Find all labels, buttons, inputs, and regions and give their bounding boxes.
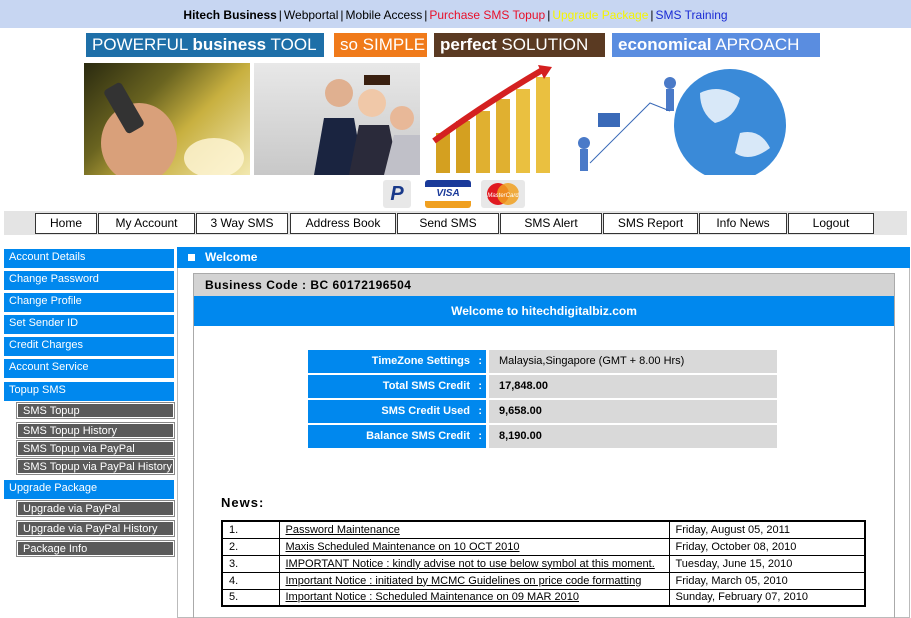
sidebar-change-profile[interactable]: Change Profile bbox=[4, 293, 174, 312]
info-value-timezone: Malaysia,Singapore (GMT + 8.00 Hrs) bbox=[489, 350, 777, 373]
tagline-powerful-business-tool: POWERFUL business TOOL bbox=[86, 33, 324, 57]
news-link[interactable]: Important Notice : Scheduled Maintenance… bbox=[286, 591, 580, 603]
top-link-sms-training[interactable]: SMS Training bbox=[656, 8, 728, 22]
sidebar-credit-charges[interactable]: Credit Charges bbox=[4, 337, 174, 356]
tagline-so-simple: so SIMPLE bbox=[334, 33, 427, 57]
news-date: Friday, August 05, 2011 bbox=[668, 520, 866, 539]
top-link-purchase-sms-topup[interactable]: Purchase SMS Topup bbox=[429, 8, 545, 22]
news-link[interactable]: IMPORTANT Notice : kindly advise not to … bbox=[286, 558, 655, 570]
info-label-credit-used: SMS Credit Used: bbox=[308, 400, 486, 423]
banner-photo-growth-chart bbox=[426, 63, 576, 175]
mastercard-icon: MasterCard bbox=[481, 180, 525, 208]
paypal-icon: P bbox=[383, 180, 411, 208]
nav-logout[interactable]: Logout bbox=[788, 213, 874, 234]
table-row: 4. Important Notice : initiated by MCMC … bbox=[221, 571, 866, 590]
welcome-section-bar: Welcome bbox=[177, 247, 910, 268]
nav-address-book[interactable]: Address Book bbox=[290, 213, 396, 234]
news-date: Tuesday, June 15, 2010 bbox=[668, 554, 866, 573]
news-link[interactable]: Maxis Scheduled Maintenance on 10 OCT 20… bbox=[286, 541, 520, 553]
news-number: 3. bbox=[221, 554, 280, 573]
sidebar-upgrade-package-header[interactable]: Upgrade Package bbox=[4, 480, 174, 499]
news-number: 4. bbox=[221, 571, 280, 590]
news-number: 2. bbox=[221, 537, 280, 556]
news-heading: News: bbox=[221, 495, 265, 510]
news-title-cell: Important Notice : Scheduled Maintenance… bbox=[278, 588, 670, 607]
svg-text:MasterCard: MasterCard bbox=[487, 193, 519, 199]
bullet-square-icon bbox=[188, 254, 195, 261]
sidebar-sms-topup-paypal[interactable]: SMS Topup via PayPal bbox=[16, 440, 175, 457]
top-link-upgrade-package[interactable]: Upgrade Package bbox=[552, 8, 648, 22]
top-link-mobile-access[interactable]: Mobile Access bbox=[346, 8, 423, 22]
sidebar-set-sender-id[interactable]: Set Sender ID bbox=[4, 315, 174, 334]
nav-3-way-sms[interactable]: 3 Way SMS bbox=[196, 213, 288, 234]
sidebar-change-password[interactable]: Change Password bbox=[4, 271, 174, 290]
news-title-cell: Important Notice : initiated by MCMC Gui… bbox=[278, 571, 670, 590]
banner-photo-globe-network bbox=[570, 63, 821, 175]
visa-icon: VISA bbox=[425, 180, 471, 208]
sidebar-account-details[interactable]: Account Details bbox=[4, 249, 174, 268]
news-number: 5. bbox=[221, 588, 280, 607]
news-date: Sunday, February 07, 2010 bbox=[668, 588, 866, 607]
nav-info-news[interactable]: Info News bbox=[699, 213, 787, 234]
news-title-cell: Maxis Scheduled Maintenance on 10 OCT 20… bbox=[278, 537, 670, 556]
news-link[interactable]: Password Maintenance bbox=[286, 524, 400, 536]
welcome-message: Welcome to hitechdigitalbiz.com bbox=[194, 296, 894, 326]
tagline-perfect-solution: perfect SOLUTION bbox=[434, 33, 605, 57]
nav-send-sms[interactable]: Send SMS bbox=[397, 213, 499, 234]
sidebar-sms-topup-paypal-history[interactable]: SMS Topup via PayPal History bbox=[16, 458, 175, 475]
info-label-timezone: TimeZone Settings: bbox=[308, 350, 486, 373]
sidebar-sms-topup-history[interactable]: SMS Topup History bbox=[16, 422, 175, 439]
business-code: Business Code : BC 60172196504 bbox=[194, 274, 894, 296]
welcome-section-title: Welcome bbox=[205, 250, 258, 264]
top-link-webportal[interactable]: Webportal bbox=[284, 8, 338, 22]
sidebar-package-info[interactable]: Package Info bbox=[16, 540, 175, 557]
news-table: 1. Password Maintenance Friday, August 0… bbox=[221, 520, 866, 607]
sidebar-upgrade-paypal[interactable]: Upgrade via PayPal bbox=[16, 500, 175, 517]
news-link[interactable]: Important Notice : initiated by MCMC Gui… bbox=[286, 575, 642, 587]
tagline-economical-approach: economical APROACH bbox=[612, 33, 820, 57]
news-title-cell: IMPORTANT Notice : kindly advise not to … bbox=[278, 554, 670, 573]
top-link-bar: Hitech Business | Webportal | Mobile Access |… bbox=[0, 0, 911, 28]
news-date: Friday, March 05, 2010 bbox=[668, 571, 866, 590]
table-row: 5. Important Notice : Scheduled Maintena… bbox=[221, 588, 866, 607]
sidebar-account-service[interactable]: Account Service bbox=[4, 359, 174, 378]
banner-photo-phone bbox=[84, 63, 250, 175]
nav-sms-report[interactable]: SMS Report bbox=[603, 213, 698, 234]
table-row: 3. IMPORTANT Notice : kindly advise not … bbox=[221, 554, 866, 573]
news-number: 1. bbox=[221, 520, 280, 539]
table-row: 2. Maxis Scheduled Maintenance on 10 OCT… bbox=[221, 537, 866, 556]
news-date: Friday, October 08, 2010 bbox=[668, 537, 866, 556]
info-value-balance-credit: 8,190.00 bbox=[489, 425, 777, 448]
sidebar-upgrade-paypal-history[interactable]: Upgrade via PayPal History bbox=[16, 520, 175, 537]
info-value-total-credit: 17,848.00 bbox=[489, 375, 777, 398]
banner-photo-business-people bbox=[254, 63, 420, 175]
info-label-total-credit: Total SMS Credit: bbox=[308, 375, 486, 398]
info-value-credit-used: 9,658.00 bbox=[489, 400, 777, 423]
top-link-hitech-business[interactable]: Hitech Business bbox=[183, 8, 276, 22]
nav-home[interactable]: Home bbox=[35, 213, 97, 234]
nav-my-account[interactable]: My Account bbox=[98, 213, 195, 234]
sidebar-sms-topup[interactable]: SMS Topup bbox=[16, 402, 175, 419]
info-label-balance-credit: Balance SMS Credit: bbox=[308, 425, 486, 448]
table-row: 1. Password Maintenance Friday, August 0… bbox=[221, 520, 866, 539]
news-title-cell: Password Maintenance bbox=[278, 520, 670, 539]
sidebar-topup-sms-header[interactable]: Topup SMS bbox=[4, 382, 174, 401]
nav-sms-alert[interactable]: SMS Alert bbox=[500, 213, 602, 234]
